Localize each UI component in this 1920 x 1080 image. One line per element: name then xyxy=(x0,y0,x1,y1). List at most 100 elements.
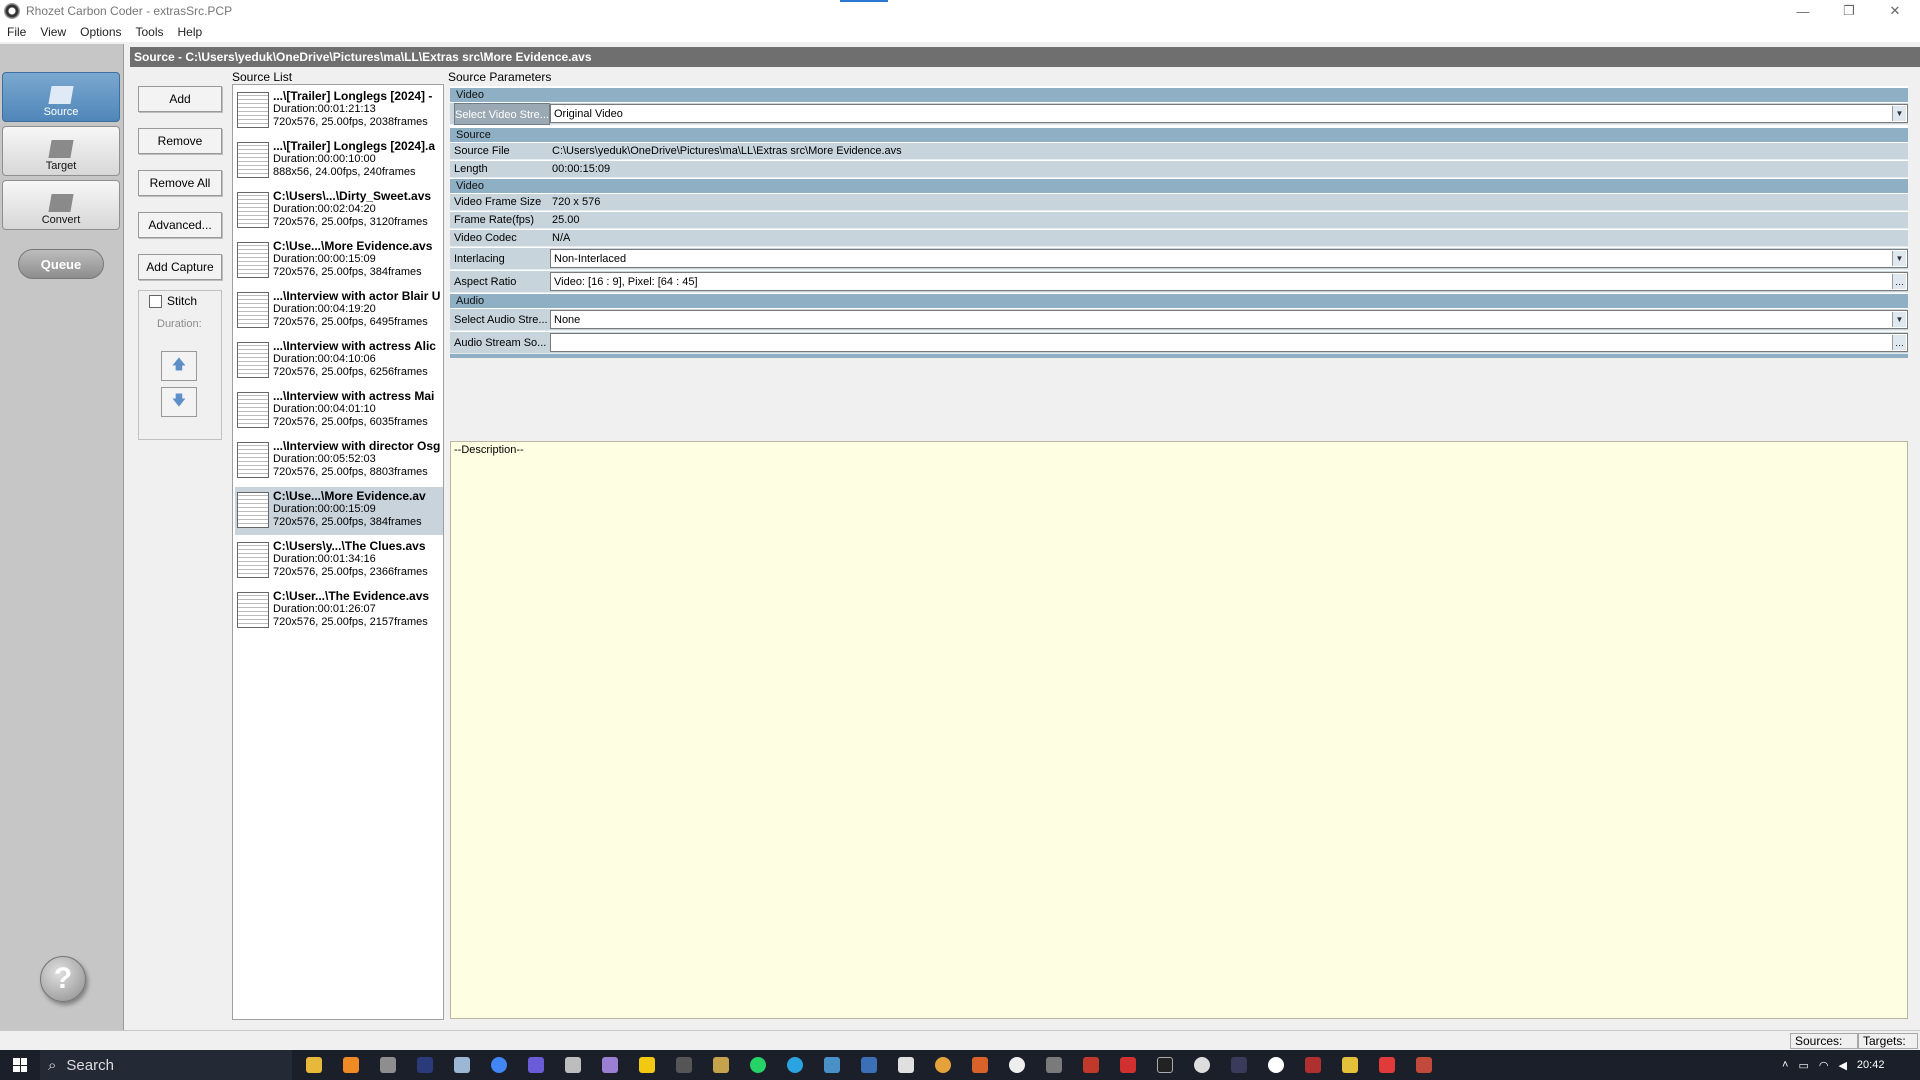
target-icon xyxy=(48,140,74,158)
remove-all-button[interactable]: Remove All xyxy=(138,170,222,196)
app-icon[interactable] xyxy=(380,1057,396,1073)
source-list-item[interactable]: ...\[Trailer] Longlegs [2024].a Duration:… xyxy=(235,137,443,185)
param-row-aspect-ratio: Aspect Ratio Video: [16 : 9], Pixel: [64… xyxy=(450,271,1908,293)
source-name: C:\Users\...\Dirty_Sweet.avs xyxy=(273,189,432,203)
app-icon[interactable] xyxy=(639,1057,655,1073)
ellipsis-icon[interactable]: … xyxy=(1892,335,1906,350)
app-icon[interactable] xyxy=(861,1057,877,1073)
source-list-item[interactable]: C:\Use...\More Evidence.avs Duration:00:0… xyxy=(235,237,443,285)
sources-count: Sources: 11 xyxy=(1790,1033,1858,1062)
photoshop-icon[interactable] xyxy=(417,1057,433,1073)
menu-view[interactable]: View xyxy=(33,25,73,39)
app-icon[interactable] xyxy=(602,1057,618,1073)
source-info: 720x576, 25.00fps, 2038frames xyxy=(273,116,428,128)
source-list-item[interactable]: ...\Interview with actress Alic Duration:… xyxy=(235,337,443,385)
taskbar: ⌕ Search ˄ ▭ ◠ ◀ 20:42 xyxy=(0,1050,1920,1080)
app-icon[interactable] xyxy=(1305,1057,1321,1073)
app-icon[interactable] xyxy=(1379,1057,1395,1073)
chevron-down-icon[interactable]: ▼ xyxy=(1892,251,1906,266)
volume-icon[interactable]: ◀ xyxy=(1838,1059,1846,1072)
source-name: ...\Interview with actress Mai xyxy=(273,389,435,403)
aspect-ratio-field[interactable]: Video: [16 : 9], Pixel: [64 : 45] … xyxy=(550,272,1908,291)
chevron-down-icon[interactable]: ▼ xyxy=(1892,312,1906,327)
app-icon[interactable] xyxy=(824,1057,840,1073)
app-icon[interactable] xyxy=(1342,1057,1358,1073)
stitch-checkbox[interactable] xyxy=(149,295,162,308)
audio-stream-source-field[interactable]: … xyxy=(550,333,1908,352)
source-name: ...\Interview with actress Alic xyxy=(273,339,436,353)
chevron-up-icon[interactable]: ˄ xyxy=(1782,1059,1788,1071)
source-list-item[interactable]: ...\Interview with actor Blair U Duration… xyxy=(235,287,443,335)
app-icon[interactable] xyxy=(1120,1057,1136,1073)
app-icon[interactable] xyxy=(1083,1057,1099,1073)
vlc-icon[interactable] xyxy=(343,1057,359,1073)
source-list-item[interactable]: C:\User...\The Evidence.avs Duration:00:0… xyxy=(235,587,443,635)
app-icon[interactable] xyxy=(1046,1057,1062,1073)
app-icon[interactable] xyxy=(454,1057,470,1073)
app-icon xyxy=(4,3,20,19)
source-list-item[interactable]: C:\Users\...\Dirty_Sweet.avs Duration:00:… xyxy=(235,187,443,235)
app-icon[interactable] xyxy=(1231,1057,1247,1073)
select-audio-stream-label: Select Audio Stre... xyxy=(454,314,548,326)
menu-bar: File View Options Tools Help xyxy=(0,22,1920,42)
menu-help[interactable]: Help xyxy=(171,25,210,39)
frame-size-label: Video Frame Size xyxy=(454,196,542,208)
source-list-item[interactable]: ...\[Trailer] Longlegs [2024] - Duration:… xyxy=(235,87,443,135)
source-parameters-grid: Video Select Video Stre... Original Vide… xyxy=(450,86,1908,358)
file-explorer-icon[interactable] xyxy=(306,1057,322,1073)
app-icon[interactable] xyxy=(898,1057,914,1073)
nav-convert-button[interactable]: Convert xyxy=(2,180,120,230)
app-icon[interactable] xyxy=(935,1057,951,1073)
app-icon[interactable] xyxy=(676,1057,692,1073)
select-video-stream-dropdown[interactable]: Original Video ▼ xyxy=(550,104,1908,123)
calculator-icon[interactable] xyxy=(565,1057,581,1073)
source-list-item[interactable]: C:\Users\y...\The Clues.avs Duration:00:0… xyxy=(235,537,443,585)
help-button[interactable]: ? xyxy=(40,956,86,1002)
nav-source-button[interactable]: Source xyxy=(2,72,120,122)
add-capture-button[interactable]: Add Capture xyxy=(138,254,222,280)
clock[interactable]: 20:42 xyxy=(1857,1059,1885,1071)
advanced-button[interactable]: Advanced... xyxy=(138,212,222,238)
convert-icon xyxy=(48,194,74,212)
menu-tools[interactable]: Tools xyxy=(129,25,171,39)
ellipsis-icon[interactable]: … xyxy=(1892,274,1906,289)
app-icon[interactable] xyxy=(1194,1057,1210,1073)
app-icon[interactable] xyxy=(528,1057,544,1073)
app-icon[interactable] xyxy=(1009,1057,1025,1073)
params-bottom-divider xyxy=(450,354,1908,358)
search-icon: ⌕ xyxy=(48,1056,57,1074)
move-up-button[interactable]: 🡅 xyxy=(161,351,197,381)
telegram-icon[interactable] xyxy=(787,1057,803,1073)
app-icon[interactable] xyxy=(972,1057,988,1073)
app-icon[interactable] xyxy=(713,1057,729,1073)
select-audio-stream-dropdown[interactable]: None ▼ xyxy=(550,310,1908,329)
source-list-item-selected[interactable]: C:\Use...\More Evidence.av Duration:00:00… xyxy=(235,487,443,535)
nav-target-button[interactable]: Target xyxy=(2,126,120,176)
minimize-button[interactable]: — xyxy=(1780,0,1826,22)
taskbar-search[interactable]: ⌕ Search xyxy=(40,1050,292,1080)
source-list-item[interactable]: ...\Interview with actress Mai Duration:0… xyxy=(235,387,443,435)
menu-file[interactable]: File xyxy=(0,25,33,39)
whatsapp-icon[interactable] xyxy=(750,1057,766,1073)
app-icon[interactable] xyxy=(1268,1057,1284,1073)
network-icon[interactable]: ▭ xyxy=(1798,1059,1808,1072)
param-row-select-video-stream: Select Video Stre... Original Video ▼ xyxy=(450,103,1908,125)
source-list-item[interactable]: ...\Interview with director Osg Duration:… xyxy=(235,437,443,485)
close-button[interactable]: ✕ xyxy=(1872,0,1918,22)
restore-button[interactable]: ❐ xyxy=(1826,0,1872,22)
carbon-coder-taskbar-icon[interactable] xyxy=(1416,1057,1432,1073)
add-button[interactable]: Add xyxy=(138,86,222,112)
menu-options[interactable]: Options xyxy=(73,25,128,39)
chevron-down-icon[interactable]: ▼ xyxy=(1892,106,1906,121)
interlacing-dropdown[interactable]: Non-Interlaced ▼ xyxy=(550,249,1908,268)
app-icon[interactable] xyxy=(1157,1057,1173,1073)
start-button[interactable] xyxy=(0,1050,40,1080)
description-panel: --Description-- xyxy=(450,441,1908,1019)
wifi-icon[interactable]: ◠ xyxy=(1819,1059,1829,1072)
chrome-icon[interactable] xyxy=(491,1057,507,1073)
queue-button[interactable]: Queue xyxy=(18,249,104,279)
source-list[interactable]: ...\[Trailer] Longlegs [2024] - Duration:… xyxy=(232,84,444,1020)
source-info: 720x576, 25.00fps, 384frames xyxy=(273,516,422,528)
remove-button[interactable]: Remove xyxy=(138,128,222,154)
move-down-button[interactable]: 🡇 xyxy=(161,387,197,417)
